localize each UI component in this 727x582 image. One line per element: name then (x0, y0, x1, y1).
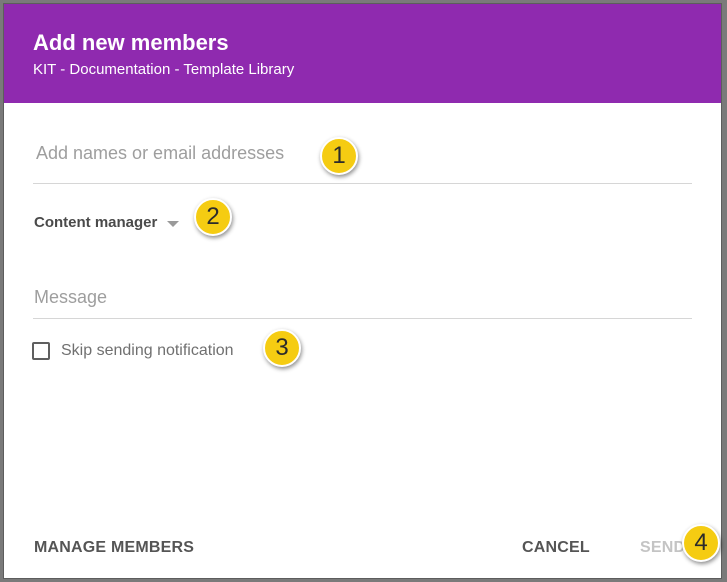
callout-badge-2: 2 (194, 198, 232, 236)
cancel-button[interactable]: CANCEL (522, 536, 590, 560)
callout-badge-4: 4 (682, 524, 720, 562)
role-dropdown[interactable]: Content manager (34, 209, 180, 235)
skip-notification-checkbox[interactable] (32, 342, 50, 360)
callout-badge-3: 3 (263, 329, 301, 367)
dialog-subtitle: KIT - Documentation - Template Library (33, 61, 295, 78)
message-input[interactable] (33, 284, 692, 319)
names-or-emails-input[interactable] (33, 136, 692, 184)
dialog-header: Add new members KIT - Documentation - Te… (4, 4, 721, 103)
callout-badge-1: 1 (320, 137, 358, 175)
skip-notification-label: Skip sending notification (61, 342, 234, 359)
send-button[interactable]: SEND (640, 536, 685, 560)
dialog-title: Add new members (33, 30, 229, 55)
skip-notification-option[interactable]: Skip sending notification (32, 340, 234, 362)
manage-members-button[interactable]: MANAGE MEMBERS (34, 536, 194, 560)
chevron-down-icon (167, 220, 180, 227)
role-selected-label: Content manager (34, 213, 158, 231)
add-members-dialog: Add new members KIT - Documentation - Te… (3, 3, 722, 579)
